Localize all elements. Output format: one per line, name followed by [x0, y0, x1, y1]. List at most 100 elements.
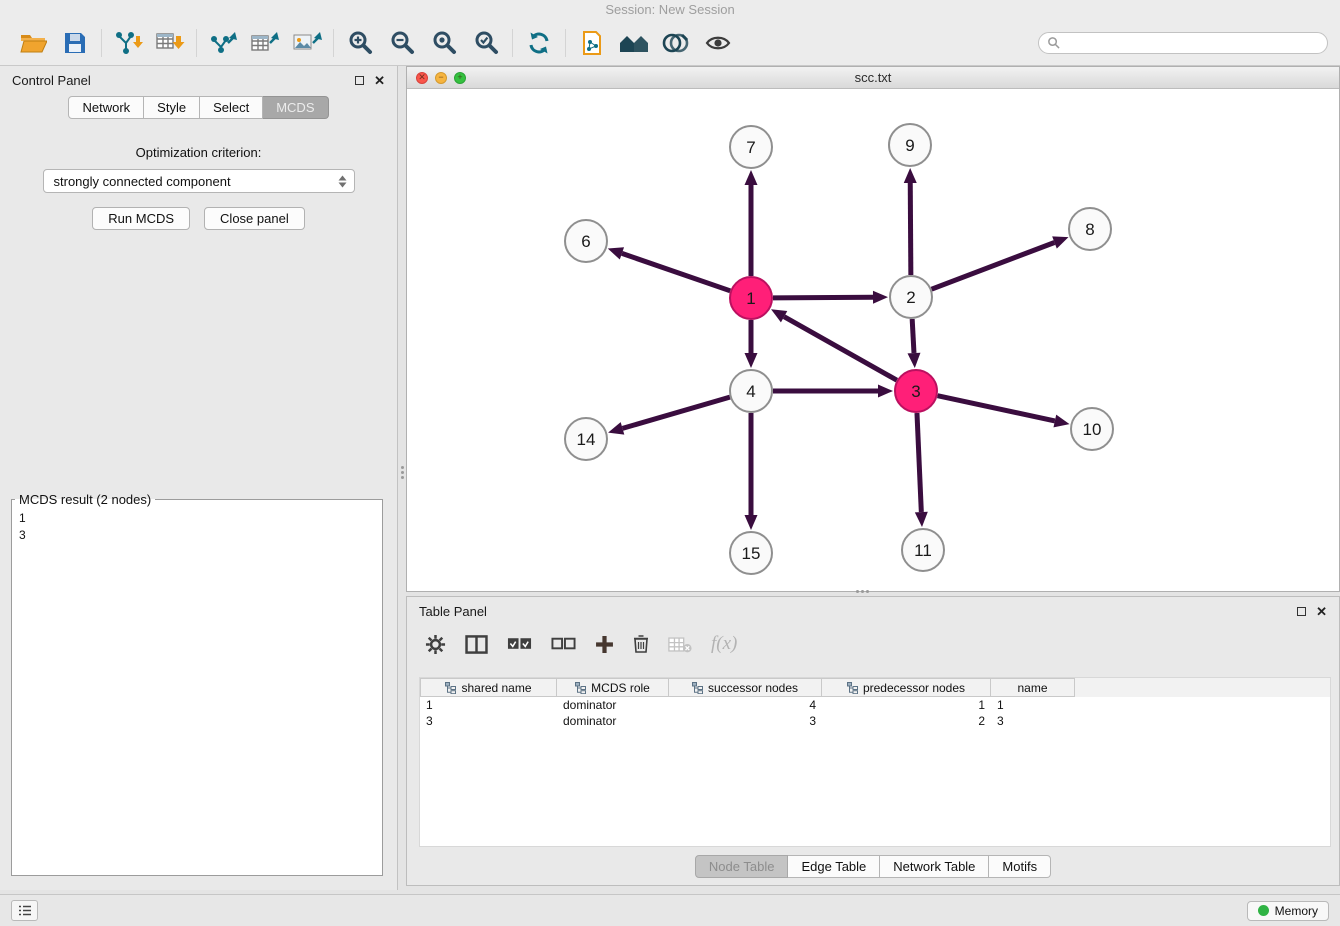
- table-row[interactable]: 3 dominator 3 2 3: [420, 713, 1330, 729]
- column-header-name[interactable]: name: [991, 678, 1075, 697]
- export-network-button[interactable]: [202, 24, 244, 62]
- splitter-handle-horizontal[interactable]: [852, 588, 872, 594]
- select-all-button[interactable]: [507, 637, 532, 651]
- graph-node-4[interactable]: 4: [730, 370, 772, 412]
- save-session-button[interactable]: [54, 24, 96, 62]
- graph-node-7[interactable]: 7: [730, 126, 772, 168]
- column-label: shared name: [461, 681, 531, 695]
- split-column-button[interactable]: [465, 635, 488, 654]
- search-field[interactable]: [1038, 32, 1328, 54]
- graphics-details-button[interactable]: [655, 24, 697, 62]
- close-panel-button[interactable]: Close panel: [204, 207, 305, 230]
- column-header-successor-nodes[interactable]: successor nodes: [669, 678, 822, 697]
- graph-node-15[interactable]: 15: [730, 532, 772, 574]
- graph-edge-arrowhead: [1052, 236, 1068, 248]
- graph-edge[interactable]: [622, 253, 730, 290]
- graph-edge[interactable]: [938, 396, 1055, 421]
- unselect-all-button[interactable]: [551, 637, 576, 651]
- graph-node-3[interactable]: 3: [895, 370, 937, 412]
- mcds-result-list[interactable]: 1 3: [12, 507, 382, 547]
- tab-mcds[interactable]: MCDS: [263, 96, 328, 119]
- column-tree-icon: [445, 682, 456, 694]
- graph-edge[interactable]: [773, 297, 873, 298]
- close-panel-icon[interactable]: ✕: [374, 74, 385, 87]
- memory-button[interactable]: Memory: [1247, 901, 1329, 921]
- network-window-titlebar[interactable]: scc.txt ✕ − +: [407, 67, 1339, 89]
- tab-style[interactable]: Style: [144, 96, 200, 119]
- network-overview-button[interactable]: [613, 24, 655, 62]
- graph-edge[interactable]: [932, 242, 1055, 289]
- task-history-button[interactable]: [11, 900, 38, 921]
- export-image-icon: [292, 30, 322, 56]
- cell-mcds-role: dominator: [557, 714, 669, 728]
- graph-edge[interactable]: [912, 319, 914, 353]
- tab-select[interactable]: Select: [200, 96, 263, 119]
- optimization-criterion-select[interactable]: strongly connected component: [43, 169, 355, 193]
- network-window-title: scc.txt: [407, 70, 1339, 85]
- float-panel-icon[interactable]: [355, 76, 364, 85]
- graph-node-label: 14: [577, 430, 596, 449]
- tab-network[interactable]: Network: [68, 96, 144, 119]
- open-file-button[interactable]: [12, 24, 54, 62]
- zoom-in-button[interactable]: [339, 24, 381, 62]
- table-settings-button[interactable]: [425, 634, 446, 655]
- table-row[interactable]: 1 dominator 4 1 1: [420, 697, 1330, 713]
- window-zoom-button[interactable]: +: [454, 72, 466, 84]
- save-floppy-icon: [63, 31, 87, 55]
- window-close-button[interactable]: ✕: [416, 72, 428, 84]
- show-hide-button[interactable]: [697, 24, 739, 62]
- cell-name: 1: [991, 698, 1075, 712]
- graph-node-11[interactable]: 11: [902, 529, 944, 571]
- graph-node-1[interactable]: 1: [730, 277, 772, 319]
- graph-node-label: 15: [742, 544, 761, 563]
- graph-edge[interactable]: [784, 317, 897, 381]
- table-panel-header: Table Panel ✕: [407, 597, 1339, 625]
- graph-node-label: 11: [914, 541, 932, 560]
- graph-node-8[interactable]: 8: [1069, 208, 1111, 250]
- tab-edge-table[interactable]: Edge Table: [788, 855, 880, 878]
- network-canvas[interactable]: 7 9 6 8 1 2 4 3 14 10 15 11: [407, 89, 1339, 591]
- delete-column-button[interactable]: [633, 634, 649, 654]
- gear-icon: [425, 634, 446, 655]
- graph-node-10[interactable]: 10: [1071, 408, 1113, 450]
- graph-edge[interactable]: [622, 397, 729, 428]
- export-table-button[interactable]: [244, 24, 286, 62]
- window-minimize-button[interactable]: −: [435, 72, 447, 84]
- import-network-button[interactable]: [107, 24, 149, 62]
- graph-edge[interactable]: [917, 413, 921, 512]
- search-input[interactable]: [1060, 36, 1319, 50]
- refresh-view-button[interactable]: [518, 24, 560, 62]
- cell-mcds-role: dominator: [557, 698, 669, 712]
- trash-icon: [633, 634, 649, 654]
- column-header-mcds-role[interactable]: MCDS role: [557, 678, 669, 697]
- column-tree-icon: [847, 682, 858, 694]
- close-panel-icon[interactable]: ✕: [1316, 605, 1327, 618]
- graph-edge-arrowhead: [745, 353, 758, 368]
- graph-node-14[interactable]: 14: [565, 418, 607, 460]
- graph-edge[interactable]: [910, 183, 911, 275]
- network-from-file-button[interactable]: [571, 24, 613, 62]
- tab-network-table[interactable]: Network Table: [880, 855, 989, 878]
- zoom-fit-button[interactable]: [423, 24, 465, 62]
- zoom-out-button[interactable]: [381, 24, 423, 62]
- graph-node-9[interactable]: 9: [889, 124, 931, 166]
- float-panel-icon[interactable]: [1297, 607, 1306, 616]
- graph-node-6[interactable]: 6: [565, 220, 607, 262]
- column-header-predecessor-nodes[interactable]: predecessor nodes: [822, 678, 991, 697]
- column-header-shared-name[interactable]: shared name: [420, 678, 557, 697]
- toolbar-separator: [565, 29, 566, 57]
- run-mcds-button[interactable]: Run MCDS: [92, 207, 190, 230]
- import-table-button[interactable]: [149, 24, 191, 62]
- splitter-handle-vertical[interactable]: [399, 462, 405, 482]
- zoom-selected-button[interactable]: [465, 24, 507, 62]
- add-column-button[interactable]: [595, 635, 614, 654]
- graph-edge-arrowhead: [745, 515, 758, 530]
- cell-successor-nodes: 4: [669, 698, 822, 712]
- table-header-row: shared name MCDS role successor nodes: [420, 678, 1330, 697]
- zoom-in-icon: [348, 30, 373, 55]
- export-image-button[interactable]: [286, 24, 328, 62]
- cell-predecessor-nodes: 2: [822, 714, 991, 728]
- tab-node-table[interactable]: Node Table: [695, 855, 789, 878]
- graph-node-2[interactable]: 2: [890, 276, 932, 318]
- tab-motifs[interactable]: Motifs: [989, 855, 1051, 878]
